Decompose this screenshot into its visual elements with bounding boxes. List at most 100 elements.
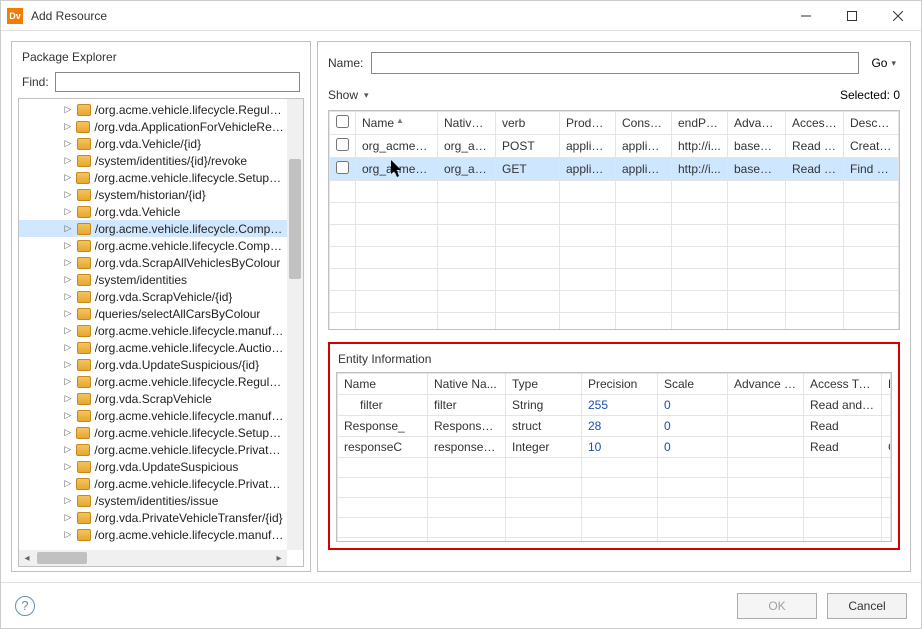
maximize-button[interactable] — [829, 1, 875, 31]
show-dropdown[interactable]: Show — [328, 88, 369, 102]
column-header[interactable]: Description — [882, 374, 891, 395]
column-header[interactable]: Precision — [582, 374, 658, 395]
tree-caret-icon[interactable]: ▷ — [63, 410, 73, 421]
tree-item[interactable]: ▷/org.vda.Vehicle — [19, 203, 287, 220]
table-row[interactable]: responseCresponseC...Integer100ReadCode … — [338, 437, 891, 458]
tree-item[interactable]: ▷/org.acme.vehicle.lifecycle.Regulator/{ — [19, 373, 287, 390]
scrollbar-thumb[interactable] — [37, 552, 87, 564]
column-header[interactable]: Advance P... — [728, 374, 804, 395]
package-tree[interactable]: ▷/org.acme.vehicle.lifecycle.Regulator▷/… — [19, 99, 287, 550]
table-row[interactable]: org_acme_v...org_ac...GETapplica...appli… — [330, 158, 899, 181]
tree-item[interactable]: ▷/org.acme.vehicle.lifecycle.Regulator — [19, 101, 287, 118]
tree-caret-icon[interactable]: ▷ — [63, 291, 73, 302]
column-header[interactable]: Consu... — [616, 112, 672, 135]
scrollbar-thumb[interactable] — [289, 159, 301, 279]
tree-item[interactable]: ▷/queries/selectAllCarsByColour — [19, 305, 287, 322]
table-cell: org_acme_v... — [356, 158, 438, 181]
tree-caret-icon[interactable]: ▷ — [63, 512, 73, 523]
tree-item[interactable]: ▷/org.vda.ScrapAllVehiclesByColour — [19, 254, 287, 271]
tree-caret-icon[interactable]: ▷ — [63, 427, 72, 438]
column-header[interactable]: endPoi... — [672, 112, 728, 135]
column-header[interactable]: Name — [338, 374, 428, 395]
table-row[interactable]: filterfilterString2550Read and ... — [338, 395, 891, 416]
tree-caret-icon[interactable]: ▷ — [63, 376, 73, 387]
tree-caret-icon[interactable]: ▷ — [63, 325, 73, 336]
help-icon[interactable]: ? — [15, 596, 35, 616]
entity-table[interactable]: NameNative Na...TypePrecisionScaleAdvanc… — [336, 372, 892, 542]
table-cell: http://i... — [672, 135, 728, 158]
row-checkbox[interactable] — [336, 138, 349, 151]
tree-caret-icon[interactable]: ▷ — [63, 274, 73, 285]
column-header[interactable]: Access Type — [804, 374, 882, 395]
tree-item[interactable]: ▷/org.acme.vehicle.lifecycle.PrivateOwn — [19, 475, 287, 492]
column-header[interactable]: Name▲ — [356, 112, 438, 135]
tree-item[interactable]: ▷/org.acme.vehicle.lifecycle.SetupDemo — [19, 424, 287, 441]
tree-item[interactable]: ▷/system/identities — [19, 271, 287, 288]
tree-caret-icon[interactable]: ▷ — [63, 155, 73, 166]
column-header[interactable] — [330, 112, 356, 135]
tree-horizontal-scrollbar[interactable]: ◂ ▸ — [19, 550, 287, 566]
table-row[interactable]: org_acme_v...org_ac...POSTapplica...appl… — [330, 135, 899, 158]
tree-caret-icon[interactable]: ▷ — [63, 240, 73, 251]
tree-item[interactable]: ▷/system/historian/{id} — [19, 186, 287, 203]
ok-button[interactable]: OK — [737, 593, 817, 619]
tree-item[interactable]: ▷/org.vda.ScrapVehicle/{id} — [19, 288, 287, 305]
tree-item[interactable]: ▷/org.vda.ApplicationForVehicleRegistra — [19, 118, 287, 135]
tree-caret-icon[interactable]: ▷ — [63, 138, 73, 149]
tree-item[interactable]: ▷/org.vda.UpdateSuspicious — [19, 458, 287, 475]
tree-caret-icon[interactable]: ▷ — [63, 342, 73, 353]
tree-vertical-scrollbar[interactable] — [287, 99, 303, 550]
find-input[interactable] — [55, 72, 300, 92]
row-checkbox[interactable] — [336, 161, 349, 174]
tree-caret-icon[interactable]: ▷ — [63, 121, 72, 132]
tree-caret-icon[interactable]: ▷ — [63, 257, 73, 268]
tree-caret-icon[interactable]: ▷ — [63, 461, 73, 472]
column-header[interactable]: Scale — [658, 374, 728, 395]
table-row[interactable]: Response_Response_...struct280Read — [338, 416, 891, 437]
tree-item[interactable]: ▷/org.vda.Vehicle/{id} — [19, 135, 287, 152]
column-header[interactable]: Type — [506, 374, 582, 395]
tree-item[interactable]: ▷/system/identities/{id}/revoke — [19, 152, 287, 169]
table-cell: Read a... — [786, 158, 844, 181]
column-header[interactable]: Access ... — [786, 112, 844, 135]
tree-caret-icon[interactable]: ▷ — [63, 393, 73, 404]
tree-caret-icon[interactable]: ▷ — [63, 359, 73, 370]
tree-caret-icon[interactable]: ▷ — [63, 172, 72, 183]
tree-item[interactable]: ▷/org.vda.PrivateVehicleTransfer/{id} — [19, 509, 287, 526]
tree-caret-icon[interactable]: ▷ — [63, 308, 73, 319]
tree-caret-icon[interactable]: ▷ — [63, 478, 72, 489]
minimize-button[interactable] — [783, 1, 829, 31]
column-header[interactable]: Advanc... — [728, 112, 786, 135]
tree-item[interactable]: ▷/org.acme.vehicle.lifecycle.manufactu — [19, 322, 287, 339]
tree-item[interactable]: ▷/org.vda.UpdateSuspicious/{id} — [19, 356, 287, 373]
tree-item[interactable]: ▷/org.acme.vehicle.lifecycle.Company — [19, 220, 287, 237]
column-header[interactable]: verb — [496, 112, 560, 135]
column-header[interactable]: Produc... — [560, 112, 616, 135]
tree-caret-icon[interactable]: ▷ — [63, 529, 73, 540]
column-header[interactable]: Descrip... — [844, 112, 899, 135]
select-all-checkbox[interactable] — [336, 115, 349, 128]
tree-caret-icon[interactable]: ▷ — [63, 223, 73, 234]
tree-item[interactable]: ▷/org.vda.ScrapVehicle — [19, 390, 287, 407]
tree-item[interactable]: ▷/org.acme.vehicle.lifecycle.SetupDemo — [19, 169, 287, 186]
tree-item[interactable]: ▷/system/identities/issue — [19, 492, 287, 509]
scroll-left-arrow[interactable]: ◂ — [19, 553, 35, 564]
tree-item[interactable]: ▷/org.acme.vehicle.lifecycle.AuctionHo — [19, 339, 287, 356]
cancel-button[interactable]: Cancel — [827, 593, 907, 619]
tree-caret-icon[interactable]: ▷ — [63, 104, 73, 115]
tree-item[interactable]: ▷/org.acme.vehicle.lifecycle.Company/{ — [19, 237, 287, 254]
close-button[interactable] — [875, 1, 921, 31]
tree-caret-icon[interactable]: ▷ — [63, 444, 72, 455]
resource-table[interactable]: Name▲Native ...verbProduc...Consu...endP… — [328, 110, 900, 330]
tree-item[interactable]: ▷/org.acme.vehicle.lifecycle.manufactu — [19, 526, 287, 543]
go-button[interactable]: Go — [867, 54, 900, 72]
name-input[interactable] — [371, 52, 859, 74]
scroll-right-arrow[interactable]: ▸ — [271, 553, 287, 564]
tree-item[interactable]: ▷/org.acme.vehicle.lifecycle.manufactu — [19, 407, 287, 424]
column-header[interactable]: Native Na... — [428, 374, 506, 395]
column-header[interactable]: Native ... — [438, 112, 496, 135]
tree-caret-icon[interactable]: ▷ — [63, 189, 73, 200]
tree-item[interactable]: ▷/org.acme.vehicle.lifecycle.PrivateOwn — [19, 441, 287, 458]
tree-caret-icon[interactable]: ▷ — [63, 495, 73, 506]
tree-caret-icon[interactable]: ▷ — [63, 206, 73, 217]
